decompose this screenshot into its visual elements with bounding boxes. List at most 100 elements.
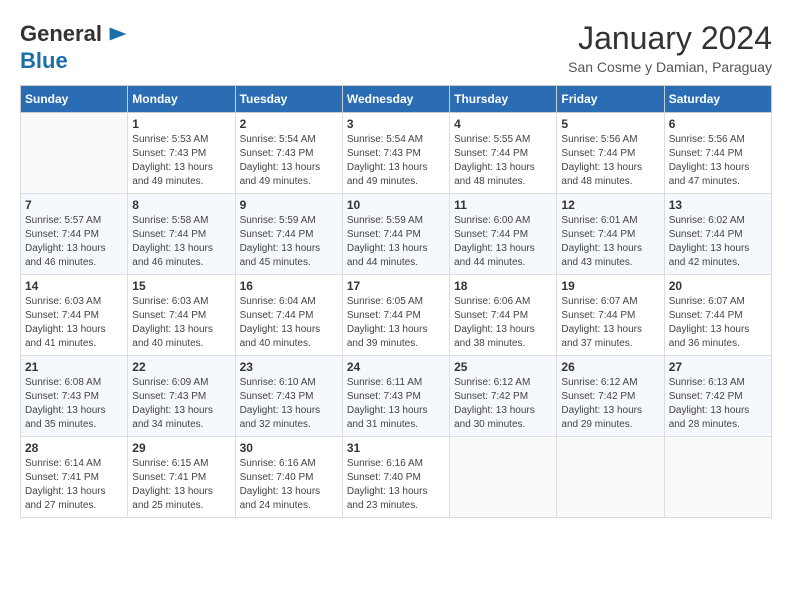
calendar-cell: 6 Sunrise: 5:56 AM Sunset: 7:44 PM Daylig… [664, 113, 771, 194]
calendar-cell [664, 437, 771, 518]
calendar-cell: 21 Sunrise: 6:08 AM Sunset: 7:43 PM Dayli… [21, 356, 128, 437]
day-number: 14 [25, 279, 123, 293]
calendar-cell: 18 Sunrise: 6:06 AM Sunset: 7:44 PM Dayli… [450, 275, 557, 356]
day-info: Sunrise: 6:05 AM Sunset: 7:44 PM Dayligh… [347, 295, 445, 351]
day-info: Sunrise: 6:00 AM Sunset: 7:44 PM Dayligh… [454, 214, 552, 270]
day-number: 19 [561, 279, 659, 293]
day-info: Sunrise: 6:07 AM Sunset: 7:44 PM Dayligh… [561, 295, 659, 351]
day-number: 15 [132, 279, 230, 293]
day-number: 1 [132, 117, 230, 131]
day-number: 17 [347, 279, 445, 293]
day-number: 6 [669, 117, 767, 131]
page-header: General Blue January 2024 San Cosme y Da… [20, 20, 772, 75]
day-number: 20 [669, 279, 767, 293]
title-area: January 2024 San Cosme y Damian, Paragua… [568, 20, 772, 75]
day-info: Sunrise: 6:06 AM Sunset: 7:44 PM Dayligh… [454, 295, 552, 351]
day-of-week-header: Tuesday [235, 86, 342, 113]
day-info: Sunrise: 6:11 AM Sunset: 7:43 PM Dayligh… [347, 376, 445, 432]
day-info: Sunrise: 5:57 AM Sunset: 7:44 PM Dayligh… [25, 214, 123, 270]
day-number: 31 [347, 441, 445, 455]
calendar-cell: 19 Sunrise: 6:07 AM Sunset: 7:44 PM Dayli… [557, 275, 664, 356]
day-info: Sunrise: 5:54 AM Sunset: 7:43 PM Dayligh… [347, 133, 445, 189]
day-of-week-header: Thursday [450, 86, 557, 113]
day-number: 29 [132, 441, 230, 455]
day-info: Sunrise: 5:56 AM Sunset: 7:44 PM Dayligh… [561, 133, 659, 189]
day-of-week-header: Saturday [664, 86, 771, 113]
day-info: Sunrise: 6:09 AM Sunset: 7:43 PM Dayligh… [132, 376, 230, 432]
day-number: 8 [132, 198, 230, 212]
day-number: 23 [240, 360, 338, 374]
location-subtitle: San Cosme y Damian, Paraguay [568, 59, 772, 75]
day-number: 4 [454, 117, 552, 131]
calendar-cell: 4Sunrise: 5:55 AM Sunset: 7:44 PM Daylig… [450, 113, 557, 194]
calendar-cell [450, 437, 557, 518]
day-number: 22 [132, 360, 230, 374]
day-number: 9 [240, 198, 338, 212]
day-number: 3 [347, 117, 445, 131]
calendar-cell: 27Sunrise: 6:13 AM Sunset: 7:42 PM Dayli… [664, 356, 771, 437]
day-info: Sunrise: 6:10 AM Sunset: 7:43 PM Dayligh… [240, 376, 338, 432]
calendar-cell: 20 Sunrise: 6:07 AM Sunset: 7:44 PM Dayli… [664, 275, 771, 356]
day-number: 18 [454, 279, 552, 293]
calendar-cell: 10 Sunrise: 5:59 AM Sunset: 7:44 PM Dayli… [342, 194, 449, 275]
day-info: Sunrise: 5:59 AM Sunset: 7:44 PM Dayligh… [347, 214, 445, 270]
day-of-week-header: Monday [128, 86, 235, 113]
calendar-cell: 7 Sunrise: 5:57 AM Sunset: 7:44 PM Daylig… [21, 194, 128, 275]
day-number: 10 [347, 198, 445, 212]
day-of-week-header: Wednesday [342, 86, 449, 113]
calendar-cell: 13Sunrise: 6:02 AM Sunset: 7:44 PM Dayli… [664, 194, 771, 275]
day-info: Sunrise: 6:01 AM Sunset: 7:44 PM Dayligh… [561, 214, 659, 270]
calendar-cell: 9 Sunrise: 5:59 AM Sunset: 7:44 PM Daylig… [235, 194, 342, 275]
day-number: 16 [240, 279, 338, 293]
calendar-cell: 11 Sunrise: 6:00 AM Sunset: 7:44 PM Dayli… [450, 194, 557, 275]
calendar-cell: 2Sunrise: 5:54 AM Sunset: 7:43 PM Daylig… [235, 113, 342, 194]
day-info: Sunrise: 5:53 AM Sunset: 7:43 PM Dayligh… [132, 133, 230, 189]
calendar-cell: 17 Sunrise: 6:05 AM Sunset: 7:44 PM Dayli… [342, 275, 449, 356]
day-number: 24 [347, 360, 445, 374]
calendar-cell: 1 Sunrise: 5:53 AM Sunset: 7:43 PM Daylig… [128, 113, 235, 194]
calendar-cell: 30 Sunrise: 6:16 AM Sunset: 7:40 PM Dayli… [235, 437, 342, 518]
logo-general: General [20, 21, 102, 47]
day-info: Sunrise: 5:56 AM Sunset: 7:44 PM Dayligh… [669, 133, 767, 189]
calendar-cell: 8 Sunrise: 5:58 AM Sunset: 7:44 PM Daylig… [128, 194, 235, 275]
calendar-table: SundayMondayTuesdayWednesdayThursdayFrid… [20, 85, 772, 518]
calendar-cell: 24 Sunrise: 6:11 AM Sunset: 7:43 PM Dayli… [342, 356, 449, 437]
calendar-cell [557, 437, 664, 518]
day-number: 27 [669, 360, 767, 374]
day-of-week-header: Friday [557, 86, 664, 113]
calendar-cell: 25 Sunrise: 6:12 AM Sunset: 7:42 PM Dayli… [450, 356, 557, 437]
logo-icon [104, 20, 132, 48]
calendar-cell: 31 Sunrise: 6:16 AM Sunset: 7:40 PM Dayli… [342, 437, 449, 518]
day-info: Sunrise: 6:16 AM Sunset: 7:40 PM Dayligh… [240, 457, 338, 513]
day-info: Sunrise: 6:16 AM Sunset: 7:40 PM Dayligh… [347, 457, 445, 513]
day-info: Sunrise: 6:08 AM Sunset: 7:43 PM Dayligh… [25, 376, 123, 432]
day-info: Sunrise: 5:58 AM Sunset: 7:44 PM Dayligh… [132, 214, 230, 270]
day-info: Sunrise: 6:03 AM Sunset: 7:44 PM Dayligh… [132, 295, 230, 351]
calendar-cell: 29Sunrise: 6:15 AM Sunset: 7:41 PM Dayli… [128, 437, 235, 518]
day-info: Sunrise: 6:12 AM Sunset: 7:42 PM Dayligh… [454, 376, 552, 432]
day-info: Sunrise: 6:07 AM Sunset: 7:44 PM Dayligh… [669, 295, 767, 351]
day-info: Sunrise: 6:14 AM Sunset: 7:41 PM Dayligh… [25, 457, 123, 513]
day-number: 21 [25, 360, 123, 374]
calendar-week-row: 14 Sunrise: 6:03 AM Sunset: 7:44 PM Dayli… [21, 275, 772, 356]
calendar-cell: 12 Sunrise: 6:01 AM Sunset: 7:44 PM Dayli… [557, 194, 664, 275]
day-number: 28 [25, 441, 123, 455]
day-number: 30 [240, 441, 338, 455]
calendar-week-row: 21 Sunrise: 6:08 AM Sunset: 7:43 PM Dayli… [21, 356, 772, 437]
calendar-cell: 5 Sunrise: 5:56 AM Sunset: 7:44 PM Daylig… [557, 113, 664, 194]
day-info: Sunrise: 5:59 AM Sunset: 7:44 PM Dayligh… [240, 214, 338, 270]
calendar-cell [21, 113, 128, 194]
day-number: 5 [561, 117, 659, 131]
day-number: 12 [561, 198, 659, 212]
calendar-cell: 16 Sunrise: 6:04 AM Sunset: 7:44 PM Dayli… [235, 275, 342, 356]
day-info: Sunrise: 6:04 AM Sunset: 7:44 PM Dayligh… [240, 295, 338, 351]
logo-blue: Blue [20, 48, 68, 74]
day-number: 7 [25, 198, 123, 212]
calendar-cell: 14Sunrise: 6:03 AM Sunset: 7:44 PM Dayli… [21, 275, 128, 356]
calendar-week-row: 1 Sunrise: 5:53 AM Sunset: 7:43 PM Daylig… [21, 113, 772, 194]
day-of-week-header: Sunday [21, 86, 128, 113]
day-number: 13 [669, 198, 767, 212]
day-number: 25 [454, 360, 552, 374]
day-number: 11 [454, 198, 552, 212]
day-info: Sunrise: 6:12 AM Sunset: 7:42 PM Dayligh… [561, 376, 659, 432]
